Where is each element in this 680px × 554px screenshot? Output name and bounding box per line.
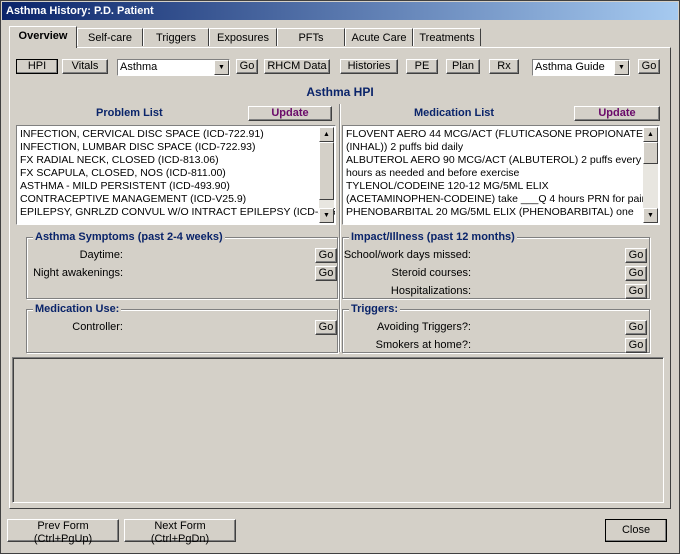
problem-list-title: Problem List <box>96 107 163 119</box>
list-item[interactable]: FLOVENT AERO 44 MCG/ACT (FLUTICASONE PRO… <box>346 128 643 141</box>
night-awakenings-go-button[interactable]: Go <box>315 266 337 281</box>
triggers-group: Triggers: Avoiding Triggers?: Go Smokers… <box>342 303 650 353</box>
list-item[interactable]: INFECTION, CERVICAL DISC SPACE (ICD-722.… <box>20 128 317 141</box>
medication-list-title: Medication List <box>414 107 495 119</box>
medication-update-button[interactable]: Update <box>574 106 660 121</box>
list-item[interactable]: FX SCAPULA, CLOSED, NOS (ICD-811.00) <box>20 167 317 180</box>
asthma-symptoms-title: Asthma Symptoms (past 2-4 weeks) <box>33 231 225 243</box>
list-item[interactable]: INFECTION, LUMBAR DISC SPACE (ICD-722.93… <box>20 141 317 154</box>
next-form-button[interactable]: Next Form (Ctrl+PgDn) <box>124 519 236 545</box>
column-divider <box>339 104 341 352</box>
list-item[interactable]: EPILEPSY, GNRLZD CONVUL W/O INTRACT EPIL… <box>20 206 335 219</box>
window: Asthma History: P.D. Patient Overview Se… <box>0 0 680 554</box>
hospitalizations-label: Hospitalizations: <box>390 285 471 297</box>
asthma-symptoms-group: Asthma Symptoms (past 2-4 weeks) Daytime… <box>26 231 338 299</box>
smokers-at-home-label: Smokers at home?: <box>375 339 471 351</box>
histories-button[interactable]: Histories <box>340 59 398 74</box>
list-item[interactable]: ALBUTEROL AERO 90 MCG/ACT (ALBUTEROL) 2 … <box>346 154 659 167</box>
triggers-title: Triggers: <box>349 303 401 315</box>
guide-select[interactable]: Asthma Guide ▼ <box>532 59 630 76</box>
impact-illness-group: Impact/Illness (past 12 months) School/w… <box>342 231 650 299</box>
plan-button[interactable]: Plan <box>446 59 480 74</box>
hospitalizations-go-button[interactable]: Go <box>625 284 647 299</box>
rx-button[interactable]: Rx <box>489 59 519 74</box>
list-item[interactable]: (ACETAMINOPHEN-CODEINE) take ___Q 4 hour… <box>346 193 647 206</box>
tab-triggers[interactable]: Triggers <box>143 28 209 46</box>
tab-pfts[interactable]: PFTs <box>277 28 345 46</box>
problem-scrollbar[interactable]: ▲ ▼ <box>319 127 334 223</box>
medication-use-group: Medication Use: Controller: Go <box>26 303 338 353</box>
chevron-down-icon[interactable]: ▼ <box>614 60 629 75</box>
prev-form-button[interactable]: Prev Form (Ctrl+PgUp) <box>7 519 119 545</box>
medication-listbox[interactable]: FLOVENT AERO 44 MCG/ACT (FLUTICASONE PRO… <box>342 125 660 225</box>
hpi-button[interactable]: HPI <box>16 59 58 74</box>
chevron-down-icon[interactable]: ▼ <box>214 60 229 75</box>
overview-panel: HPI Vitals Asthma ▼ Go RHCM Data Histori… <box>9 47 671 509</box>
steroid-courses-go-button[interactable]: Go <box>625 266 647 281</box>
scroll-thumb[interactable] <box>319 142 334 200</box>
controller-go-button[interactable]: Go <box>315 320 337 335</box>
daytime-go-button[interactable]: Go <box>315 248 337 263</box>
medication-scrollbar[interactable]: ▲ ▼ <box>643 127 658 223</box>
pe-button[interactable]: PE <box>406 59 438 74</box>
avoiding-triggers-label: Avoiding Triggers?: <box>377 321 471 333</box>
vitals-button[interactable]: Vitals <box>62 59 108 74</box>
list-item[interactable]: FX RADIAL NECK, CLOSED (ICD-813.06) <box>20 154 317 167</box>
list-item[interactable]: TYLENOL/CODEINE 120-12 MG/5ML ELIX <box>346 180 641 193</box>
controller-label: Controller: <box>72 321 123 333</box>
steroid-courses-label: Steroid courses: <box>391 267 471 279</box>
school-work-days-label: School/work days missed: <box>343 249 471 261</box>
scroll-thumb[interactable] <box>643 142 658 164</box>
list-item[interactable]: ASTHMA - MILD PERSISTENT (ICD-493.90) <box>20 180 317 193</box>
close-button[interactable]: Close <box>605 519 667 542</box>
school-work-go-button[interactable]: Go <box>625 248 647 263</box>
window-title: Asthma History: P.D. Patient <box>2 2 678 20</box>
notes-area <box>12 357 664 503</box>
condition-go-button[interactable]: Go <box>236 59 258 74</box>
scroll-up-icon[interactable]: ▲ <box>643 127 658 142</box>
impact-illness-title: Impact/Illness (past 12 months) <box>349 231 517 243</box>
scroll-up-icon[interactable]: ▲ <box>319 127 334 142</box>
smokers-at-home-go-button[interactable]: Go <box>625 338 647 353</box>
tab-treatments[interactable]: Treatments <box>413 28 481 46</box>
scroll-down-icon[interactable]: ▼ <box>319 208 334 223</box>
night-awakenings-label: Night awakenings: <box>33 267 123 279</box>
tab-self-care[interactable]: Self-care <box>77 28 143 46</box>
list-item[interactable]: (INHAL)) 2 puffs bid daily <box>346 141 641 154</box>
medication-list-items: FLOVENT AERO 44 MCG/ACT (FLUTICASONE PRO… <box>346 128 659 219</box>
guide-go-button[interactable]: Go <box>638 59 660 74</box>
condition-select[interactable]: Asthma ▼ <box>117 59 230 76</box>
avoiding-triggers-go-button[interactable]: Go <box>625 320 647 335</box>
rhcm-data-button[interactable]: RHCM Data <box>264 59 330 74</box>
guide-select-value: Asthma Guide <box>535 61 605 73</box>
tab-acute-care[interactable]: Acute Care <box>345 28 413 46</box>
section-title: Asthma HPI <box>306 85 374 99</box>
list-item[interactable]: hours as needed and before exercise <box>346 167 641 180</box>
list-item[interactable]: PHENOBARBITAL 20 MG/5ML ELIX (PHENOBARBI… <box>346 206 641 219</box>
problem-listbox[interactable]: INFECTION, CERVICAL DISC SPACE (ICD-722.… <box>16 125 336 225</box>
condition-select-value: Asthma <box>120 61 158 73</box>
problem-list-items: INFECTION, CERVICAL DISC SPACE (ICD-722.… <box>20 128 335 219</box>
list-item[interactable]: CONTRACEPTIVE MANAGEMENT (ICD-V25.9) <box>20 193 317 206</box>
tab-overview[interactable]: Overview <box>9 26 77 48</box>
tab-exposures[interactable]: Exposures <box>209 28 277 46</box>
problem-update-button[interactable]: Update <box>248 106 332 121</box>
scroll-down-icon[interactable]: ▼ <box>643 208 658 223</box>
daytime-label: Daytime: <box>79 249 123 261</box>
medication-use-title: Medication Use: <box>33 303 122 315</box>
